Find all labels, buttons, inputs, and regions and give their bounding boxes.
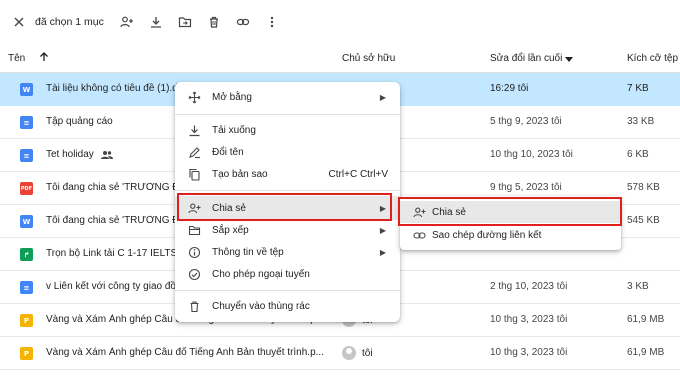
- trash-icon: [187, 299, 201, 313]
- file-size: 33 KB: [627, 116, 655, 127]
- menu-item-file-info[interactable]: Thông tin về tệp ▶: [175, 241, 400, 263]
- file-row[interactable]: P Vàng và Xám Ảnh ghép Câu đố Tiếng Anh B…: [0, 337, 680, 370]
- make-copy-shortcut: Ctrl+C Ctrl+V: [328, 168, 388, 180]
- file-size: 578 KB: [627, 182, 660, 193]
- chevron-right-icon: ▶: [379, 225, 386, 235]
- file-name: Vàng và Xám Ảnh ghép Câu đố Tiếng Anh Bả…: [46, 347, 324, 358]
- organize-label: Sắp xếp: [212, 224, 249, 236]
- modified-date: 2 thg 10, 2023 tôi: [490, 281, 568, 292]
- file-size: 61,9 MB: [627, 314, 665, 325]
- file-name: v Liên kết với công ty giao đồ: [46, 281, 176, 292]
- download-icon: [187, 123, 201, 137]
- slides-icon: P: [20, 347, 33, 360]
- menu-item-share[interactable]: Chia sẻ ▶: [175, 196, 400, 220]
- submenu-item-copy-link[interactable]: Sao chép đường liên kết: [400, 224, 621, 246]
- avatar: [342, 346, 356, 360]
- file-info-label: Thông tin về tệp: [212, 246, 284, 258]
- folder-move-icon: [187, 223, 201, 237]
- owner-name: tôi: [362, 347, 373, 359]
- modified-date: 16:29 tôi: [490, 83, 529, 94]
- column-size[interactable]: Kích cỡ tệp: [627, 53, 678, 64]
- submenu-copy-link-label: Sao chép đường liên kết: [432, 229, 542, 241]
- word-icon: W: [20, 83, 33, 96]
- info-icon: [187, 245, 201, 259]
- shared-people-icon: [101, 150, 113, 163]
- add-person-icon: [187, 201, 201, 215]
- more-options-icon[interactable]: [263, 13, 281, 31]
- share-submenu: Chia sẻ Sao chép đường liên kết: [400, 196, 621, 250]
- add-person-icon: [412, 205, 426, 219]
- link-icon: [412, 228, 426, 242]
- trash-icon[interactable]: [205, 13, 223, 31]
- modified-date: 10 thg 3, 2023 tôi: [490, 314, 568, 325]
- offline-label: Cho phép ngoại tuyến: [212, 268, 310, 280]
- make-copy-label: Tạo bản sao: [212, 168, 268, 180]
- file-name: Tôi đang chia sẻ 'TRƯỜNG ĐẠ: [46, 182, 178, 193]
- submenu-share-label: Chia sẻ: [432, 206, 466, 218]
- chevron-right-icon: ▶: [379, 247, 386, 257]
- modified-date: 10 thg 10, 2023 tôi: [490, 149, 573, 160]
- modified-date: 9 thg 5, 2023 tôi: [490, 182, 562, 193]
- context-menu: Mở bằng ▶ Tải xuống Đổi tên Tạo bản sao …: [175, 82, 400, 322]
- menu-divider: [175, 114, 400, 115]
- sort-arrow-up-icon[interactable]: [38, 51, 50, 66]
- file-name: Tôi đang chia sẻ 'TRƯỜNG ĐẠ: [46, 215, 178, 226]
- docs-icon: ≡: [20, 116, 33, 129]
- offline-icon: [187, 267, 201, 281]
- trash-label: Chuyển vào thùng rác: [212, 300, 310, 312]
- file-size: 3 KB: [627, 281, 649, 292]
- file-size: 545 KB: [627, 215, 660, 226]
- file-name: Tet holiday: [46, 149, 94, 160]
- menu-item-download[interactable]: Tải xuống: [175, 119, 400, 141]
- rename-label: Đổi tên: [212, 146, 244, 158]
- menu-divider: [175, 190, 400, 191]
- menu-item-make-copy[interactable]: Tạo bản sao Ctrl+C Ctrl+V: [175, 163, 400, 185]
- column-name[interactable]: Tên: [8, 53, 25, 64]
- chevron-right-icon: ▶: [379, 203, 386, 213]
- menu-divider: [175, 290, 400, 291]
- selection-count: đã chọn 1 mục: [35, 16, 104, 28]
- file-name: Trọn bộ Link tải C 1-17 IELTS P: [46, 248, 178, 259]
- docs-icon: ≡: [20, 149, 33, 162]
- file-size: 6 KB: [627, 149, 649, 160]
- modified-date: 10 thg 3, 2023 tôi: [490, 347, 568, 358]
- download-icon[interactable]: [147, 13, 165, 31]
- close-icon[interactable]: [10, 13, 28, 31]
- file-size: 7 KB: [627, 83, 649, 94]
- chevron-right-icon: ▶: [379, 92, 386, 102]
- column-modified[interactable]: Sửa đổi lần cuối: [490, 53, 562, 64]
- menu-item-offline[interactable]: Cho phép ngoại tuyến: [175, 263, 400, 285]
- add-person-icon[interactable]: [118, 13, 136, 31]
- sort-dropdown-icon[interactable]: [565, 55, 573, 66]
- slides-icon: P: [20, 314, 33, 327]
- file-size: 61,9 MB: [627, 347, 665, 358]
- menu-item-organize[interactable]: Sắp xếp ▶: [175, 219, 400, 241]
- owner-cell: tôi: [342, 346, 373, 360]
- shortcut-icon: ↱: [20, 248, 33, 261]
- open-with-label: Mở bằng: [212, 91, 252, 103]
- modified-date: 5 thg 9, 2023 tôi: [490, 116, 562, 127]
- pencil-icon: [187, 145, 201, 159]
- submenu-item-share[interactable]: Chia sẻ: [400, 201, 621, 223]
- menu-item-rename[interactable]: Đổi tên: [175, 141, 400, 163]
- docs-icon: ≡: [20, 281, 33, 294]
- menu-item-trash[interactable]: Chuyển vào thùng rác: [175, 295, 400, 317]
- link-icon[interactable]: [234, 13, 252, 31]
- selection-toolbar: đã chọn 1 mục: [0, 8, 672, 36]
- share-label: Chia sẻ: [212, 202, 246, 214]
- open-with-icon: [187, 90, 201, 104]
- file-list-header: Tên Chủ sở hữu Sửa đổi lần cuối Kích cỡ …: [0, 45, 680, 73]
- move-to-folder-icon[interactable]: [176, 13, 194, 31]
- pdf-icon: PDF: [20, 182, 33, 195]
- menu-item-open-with[interactable]: Mở bằng ▶: [175, 86, 400, 108]
- word-icon: W: [20, 215, 33, 228]
- copy-icon: [187, 167, 201, 181]
- file-name: Tập quảng cáo: [46, 116, 113, 127]
- column-owner[interactable]: Chủ sở hữu: [342, 53, 395, 64]
- file-name: Tài liệu không có tiêu đề (1).docx: [46, 83, 178, 94]
- download-label: Tải xuống: [212, 124, 256, 136]
